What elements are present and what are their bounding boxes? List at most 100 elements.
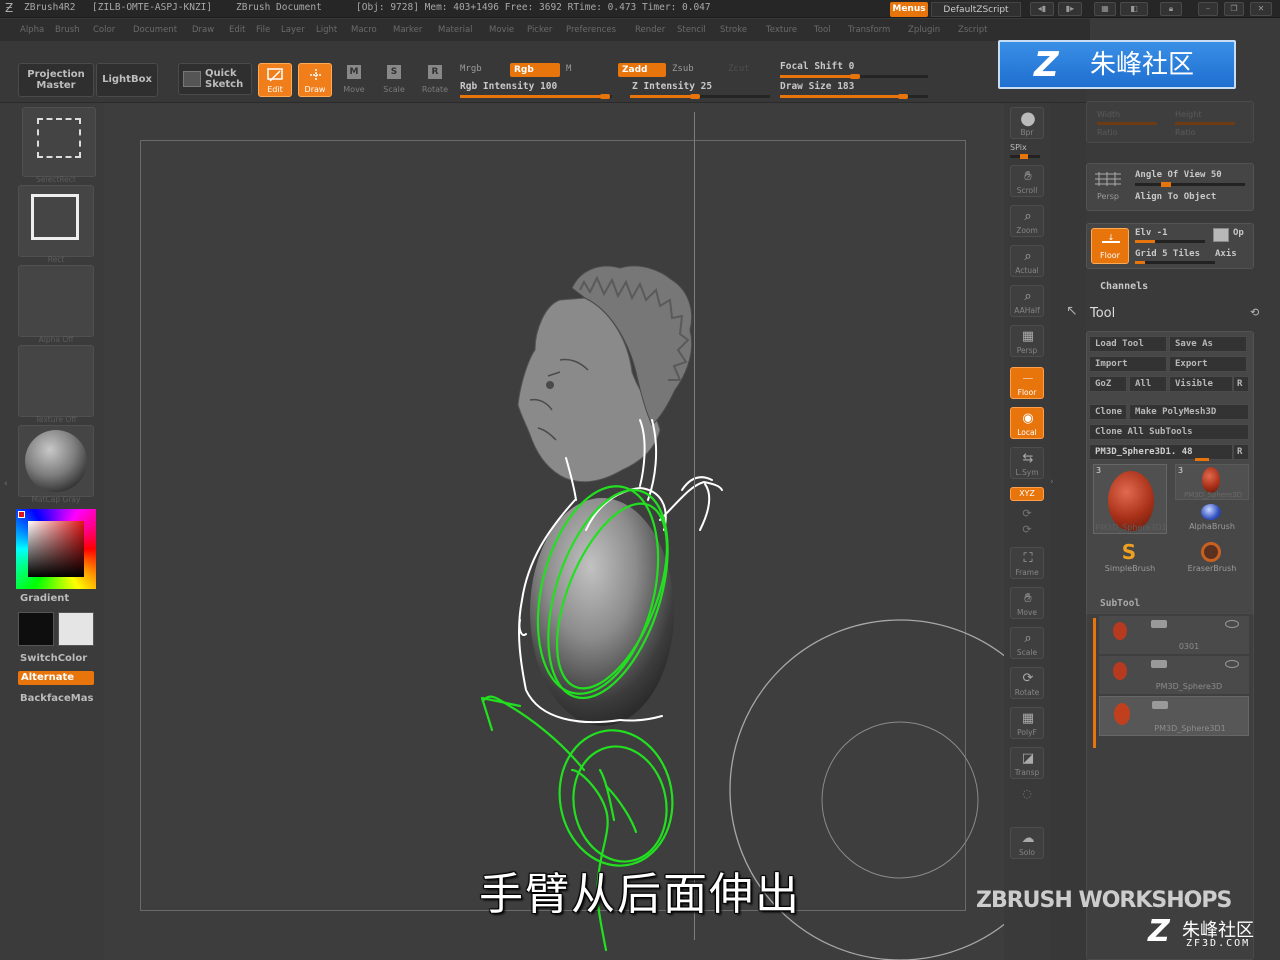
- load-tool-button[interactable]: Load Tool: [1089, 336, 1167, 352]
- save-as-button[interactable]: Save As: [1169, 336, 1247, 352]
- rotate-button[interactable]: ⟳ Rotate: [1010, 667, 1044, 699]
- width-slider[interactable]: [1097, 122, 1157, 125]
- floor-opacity-swatch[interactable]: [1213, 228, 1229, 242]
- visibility-eye-icon[interactable]: [1152, 701, 1168, 709]
- current-tool-knob[interactable]: [1195, 458, 1209, 461]
- shelf-label: Actual: [1015, 266, 1039, 275]
- grid-tiles-track[interactable]: [1135, 261, 1215, 264]
- magnifier-icon: ⌕: [1024, 631, 1032, 646]
- floor-section: ↓ Floor Elv -1 Op Grid 5 Tiles Axis: [1086, 223, 1254, 269]
- zoom-button[interactable]: ⌕ Zoom: [1010, 205, 1044, 237]
- expand-arrow-icon[interactable]: ›: [1050, 477, 1056, 497]
- scale-button[interactable]: ⌕ Scale: [1010, 627, 1044, 659]
- tool-thumb-sphere3d[interactable]: 3 PM3D_Sphere3D: [1175, 464, 1249, 500]
- right-tray: Width Height Ratio Ratio Persp Angle Of …: [1066, 41, 1280, 960]
- xyz-button[interactable]: XYZ: [1010, 487, 1044, 501]
- panel-gutter: ›: [1050, 103, 1086, 960]
- tool-thumb-main[interactable]: 3 PM3D_Sphere3D1: [1093, 464, 1167, 534]
- angle-of-view-slider[interactable]: Angle Of View 50: [1135, 170, 1222, 180]
- l-sym-button[interactable]: ⇆ L.Sym: [1010, 447, 1044, 479]
- floor-button[interactable]: ⏤ Floor: [1010, 367, 1044, 399]
- tool-thumb-alphabrush[interactable]: AlphaBrush: [1175, 502, 1249, 534]
- shelf-label: Floor: [1017, 388, 1037, 397]
- arrows-icon: ⇆: [1022, 451, 1034, 466]
- subtool-scrollbar[interactable]: [1093, 618, 1096, 748]
- height-slider[interactable]: [1175, 122, 1235, 125]
- spix-slider[interactable]: SPix: [1010, 143, 1044, 159]
- visibility-eye-icon[interactable]: [1151, 620, 1167, 628]
- frame-button[interactable]: ⛶ Frame: [1010, 547, 1044, 579]
- polyf-button[interactable]: ▦ PolyF: [1010, 707, 1044, 739]
- subtool-section-title[interactable]: SubTool: [1100, 598, 1140, 609]
- local-icon: ◉: [1022, 411, 1034, 426]
- document-size-section: Width Height Ratio Ratio: [1086, 101, 1254, 143]
- goz-button[interactable]: GoZ: [1089, 376, 1127, 392]
- goz-r-button[interactable]: R: [1233, 376, 1249, 392]
- subtool-row[interactable]: 0301: [1099, 616, 1249, 654]
- move-button[interactable]: ✋︎ Move: [1010, 587, 1044, 619]
- actual-button[interactable]: ⌕ Actual: [1010, 245, 1044, 277]
- angle-of-view-track[interactable]: [1135, 183, 1245, 186]
- tool-thumb-eraserbrush[interactable]: EraserBrush: [1175, 542, 1249, 576]
- magnifier-icon: ⌕: [1024, 209, 1032, 224]
- rotate-axis-icon[interactable]: ⟳: [1020, 523, 1034, 537]
- subtool-thumb-icon: [1113, 662, 1127, 680]
- tool-thumb-simplebrush[interactable]: S SimpleBrush: [1093, 542, 1167, 576]
- ratio-label: Ratio: [1097, 128, 1118, 137]
- shelf-label: Solo: [1018, 848, 1036, 857]
- shelf-label: Rotate: [1014, 688, 1040, 697]
- shelf-label: Move: [1016, 608, 1038, 617]
- rotate-icon: ⟳: [1022, 671, 1034, 686]
- alphabrush-label: AlphaBrush: [1189, 522, 1235, 531]
- persp-button[interactable]: ▦ Persp: [1010, 325, 1044, 357]
- elevation-slider[interactable]: Elv -1: [1135, 228, 1168, 238]
- goz-visible-button[interactable]: Visible: [1169, 376, 1233, 392]
- scroll-button[interactable]: ✋︎ Scroll: [1010, 165, 1044, 197]
- local-button[interactable]: ◉ Local: [1010, 407, 1044, 439]
- clone-all-subtools-button[interactable]: Clone All SubTools: [1089, 424, 1249, 440]
- bpr-button[interactable]: ● Bpr: [1010, 107, 1044, 139]
- subtool-name: 0301: [1178, 642, 1200, 651]
- axis-label[interactable]: Axis: [1215, 249, 1237, 259]
- rotate-axis-icon[interactable]: ⟳: [1020, 507, 1034, 521]
- align-to-object-button[interactable]: Align To Object: [1135, 192, 1216, 202]
- subtool-eye-icon[interactable]: [1225, 660, 1239, 668]
- import-button[interactable]: Import: [1089, 356, 1167, 372]
- head-sculpt: [517, 265, 693, 483]
- visibility-eye-icon[interactable]: [1151, 660, 1167, 668]
- disabled-shelf-icon[interactable]: ◌: [1020, 787, 1034, 801]
- alphabrush-icon: [1201, 504, 1221, 520]
- zbrush-workshops-watermark: ZBRUSH WORKSHOPS: [976, 888, 1232, 913]
- simplebrush-icon: S: [1121, 540, 1137, 564]
- angle-of-view-knob[interactable]: [1161, 182, 1171, 187]
- subtool-row-selected[interactable]: PM3D_Sphere3D1: [1099, 696, 1249, 736]
- opacity-label[interactable]: Op: [1233, 228, 1244, 238]
- subtool-eye-icon[interactable]: [1225, 620, 1239, 628]
- subtool-thumb-icon: [1114, 703, 1130, 725]
- back-arrow-icon[interactable]: ↖: [1066, 303, 1086, 323]
- solo-button[interactable]: ☁ Solo: [1010, 827, 1044, 859]
- goz-all-button[interactable]: All: [1129, 376, 1167, 392]
- clone-button[interactable]: Clone: [1089, 404, 1127, 420]
- shelf-label: AAHalf: [1014, 306, 1040, 315]
- red-sphere-thumb: [1108, 471, 1154, 531]
- subtool-row[interactable]: PM3D_Sphere3D: [1099, 656, 1249, 694]
- make-polymesh-button[interactable]: Make PolyMesh3D: [1129, 404, 1249, 420]
- persp-toggle[interactable]: Persp: [1093, 170, 1127, 204]
- tool-r-button[interactable]: R: [1233, 444, 1249, 460]
- subtool-name: PM3D_Sphere3D: [1155, 682, 1223, 691]
- floor-toggle[interactable]: ↓ Floor: [1091, 228, 1129, 264]
- aahalf-button[interactable]: ⌕ AAHalf: [1010, 285, 1044, 317]
- tool-palette-title[interactable]: Tool: [1090, 306, 1115, 321]
- tool-refresh-icon[interactable]: ⟲: [1250, 306, 1259, 319]
- transp-button[interactable]: ◪ Transp: [1010, 747, 1044, 779]
- magnifier-icon: ⌕: [1024, 289, 1032, 304]
- eraserbrush-label: EraserBrush: [1187, 564, 1237, 573]
- channels-label[interactable]: Channels: [1100, 281, 1148, 292]
- zf3d-corner-watermark: Z 朱峰社区 ZF3D.COM: [1148, 914, 1276, 958]
- spix-knob[interactable]: [1020, 154, 1028, 159]
- current-tool-slider[interactable]: PM3D_Sphere3D1. 48: [1089, 444, 1233, 460]
- grid-tiles-slider[interactable]: Grid 5 Tiles: [1135, 249, 1200, 259]
- shelf-label: Transp: [1014, 768, 1040, 777]
- export-button[interactable]: Export: [1169, 356, 1247, 372]
